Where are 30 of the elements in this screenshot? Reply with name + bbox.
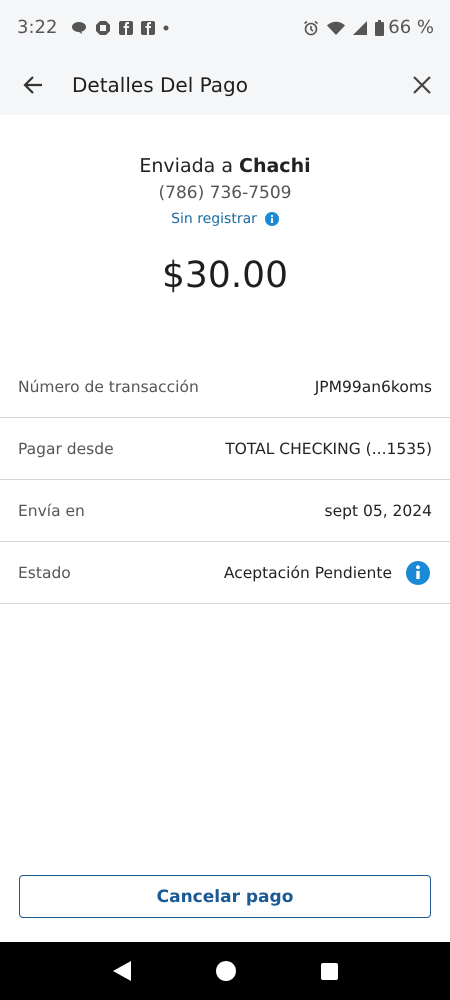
detail-label: Envía en [18,502,86,520]
app-square-icon [119,20,134,34]
detail-value: Aceptación Pendiente [224,564,392,582]
wifi-icon [327,20,346,34]
recents-nav-icon[interactable] [320,962,338,980]
info-icon[interactable] [264,212,279,226]
dot-icon [163,24,170,30]
back-nav-icon[interactable] [112,961,130,981]
octagon-logo-icon [95,20,112,36]
detail-value: JPM99an6koms [314,378,432,396]
detail-value: sept 05, 2024 [324,502,432,520]
recipient-text: Enviada a Chachi [139,155,311,177]
chat-bubble-icon [71,20,88,34]
battery-icon [375,20,384,36]
home-nav-icon[interactable] [216,961,236,981]
registration-status: Sin registrar [171,211,257,227]
screen-title: Detalles Del Pago [72,73,248,97]
payment-amount: $30.00 [162,255,288,296]
signal-icon [353,20,368,34]
cancel-payment-button[interactable]: Cancelar pago [19,875,431,918]
detail-value: TOTAL CHECKING (...1535) [225,440,432,458]
battery-percentage: 66 % [388,17,434,38]
info-icon[interactable] [406,560,430,584]
alarm-icon [303,20,320,36]
app-square-icon [141,20,156,34]
status-time: 3:22 [17,17,58,38]
recipient-phone: (786) 736-7509 [158,183,292,203]
detail-label: Estado [18,564,72,582]
detail-label: Número de transacción [18,378,200,396]
detail-label: Pagar desde [18,440,115,458]
